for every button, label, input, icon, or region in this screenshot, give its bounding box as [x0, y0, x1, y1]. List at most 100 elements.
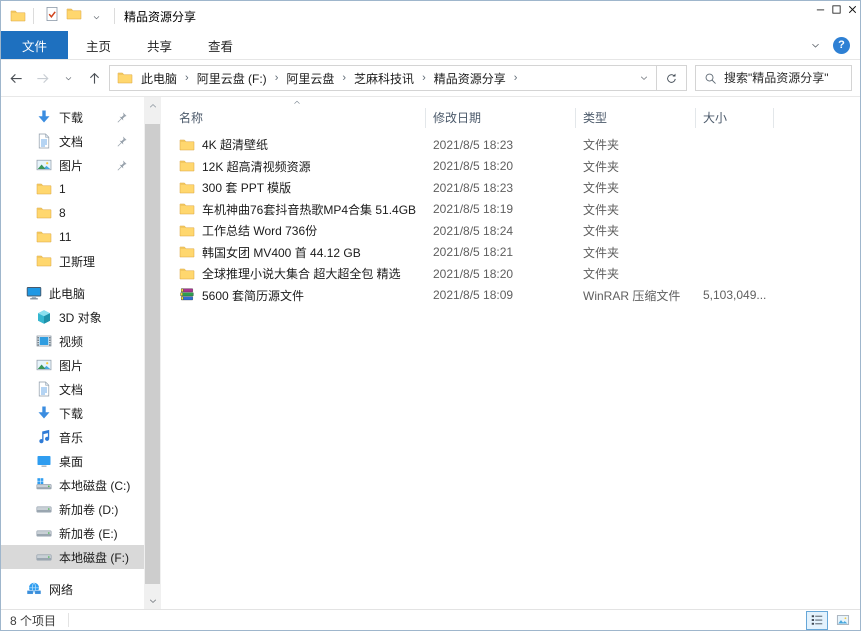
- file-name: 300 套 PPT 模版: [202, 179, 291, 196]
- column-header-name[interactable]: 名称: [176, 108, 426, 128]
- winrar-icon: [179, 287, 195, 303]
- column-headers: 名称 修改日期 类型 大小: [176, 105, 860, 130]
- window-title: 精品资源分享: [124, 8, 196, 25]
- sidebar-item-network[interactable]: 网络: [1, 577, 144, 601]
- breadcrumb-segment[interactable]: 精品资源分享: [429, 70, 511, 87]
- sidebar-item-music[interactable]: 音乐: [1, 425, 144, 449]
- cube-icon: [36, 309, 52, 325]
- table-row[interactable]: 韩国女团 MV400 首 44.12 GB 2021/8/5 18:21 文件夹: [176, 242, 860, 264]
- new-folder-button[interactable]: [66, 6, 82, 22]
- scroll-down-icon[interactable]: [144, 592, 161, 609]
- address-dropdown-icon[interactable]: [632, 66, 656, 90]
- sidebar-item-pictures[interactable]: 图片: [1, 353, 144, 377]
- ribbon-right-controls: ?: [810, 31, 860, 59]
- sidebar-item-qa-documents[interactable]: 文档: [1, 129, 144, 153]
- sidebar-item-qa-downloads[interactable]: 下载: [1, 105, 144, 129]
- column-header-type[interactable]: 类型: [576, 108, 696, 128]
- breadcrumb-segment[interactable]: 此电脑: [136, 70, 182, 87]
- sidebar-item-qa-folder-8[interactable]: 8: [1, 201, 144, 225]
- properties-button[interactable]: [44, 6, 60, 22]
- file-name-cell[interactable]: 4K 超清壁纸: [176, 136, 426, 153]
- forward-button[interactable]: [31, 66, 53, 90]
- breadcrumb-segment[interactable]: 阿里云盘: [281, 70, 339, 87]
- scroll-up-icon[interactable]: [144, 97, 161, 114]
- sidebar-item-drive-d[interactable]: 新加卷 (D:): [1, 497, 144, 521]
- file-date-cell: 2021/8/5 18:19: [426, 202, 576, 216]
- sidebar-item-label: 音乐: [59, 429, 83, 446]
- address-field[interactable]: 此电脑›阿里云盘 (F:)›阿里云盘›芝麻科技讯›精品资源分享›: [109, 65, 687, 91]
- thumbnail-view-button[interactable]: [832, 611, 854, 630]
- file-type-cell: 文件夹: [576, 222, 696, 239]
- breadcrumb-chevron-icon[interactable]: ›: [272, 72, 282, 84]
- drive-icon: [36, 549, 52, 565]
- file-name-cell[interactable]: 300 套 PPT 模版: [176, 179, 426, 196]
- recent-pages-button[interactable]: [57, 66, 79, 90]
- sidebar-item-drive-e[interactable]: 新加卷 (E:): [1, 521, 144, 545]
- customize-toolbar-button[interactable]: [88, 10, 104, 26]
- sidebar-item-downloads[interactable]: 下载: [1, 401, 144, 425]
- table-row[interactable]: 300 套 PPT 模版 2021/8/5 18:23 文件夹: [176, 177, 860, 199]
- expand-ribbon-icon[interactable]: [810, 40, 821, 51]
- sidebar-item-qa-folder-11[interactable]: 11: [1, 225, 144, 249]
- help-icon[interactable]: ?: [833, 37, 850, 54]
- sidebar-item-documents[interactable]: 文档: [1, 377, 144, 401]
- items-count: 8 个项目: [10, 612, 56, 629]
- scrollbar-thumb[interactable]: [145, 124, 160, 584]
- sidebar-scrollbar[interactable]: [144, 97, 161, 609]
- table-row[interactable]: 12K 超高清视频资源 2021/8/5 18:20 文件夹: [176, 156, 860, 178]
- sidebar-item-this-pc[interactable]: 此电脑: [1, 281, 144, 305]
- file-date-cell: 2021/8/5 18:20: [426, 159, 576, 173]
- file-name-cell[interactable]: 全球推理小说大集合 超大超全包 精选: [176, 265, 426, 282]
- sidebar-item-drive-c[interactable]: 本地磁盘 (C:): [1, 473, 144, 497]
- minimize-button[interactable]: [812, 1, 828, 17]
- breadcrumb-chevron-icon[interactable]: ›: [419, 72, 429, 84]
- ribbon-tabs: 文件主页共享查看: [1, 31, 251, 59]
- status-divider: [68, 613, 69, 627]
- toolbar-divider: [114, 8, 115, 24]
- breadcrumb-segment[interactable]: 阿里云盘 (F:): [192, 70, 272, 87]
- close-button[interactable]: [844, 1, 860, 17]
- table-row[interactable]: 全球推理小说大集合 超大超全包 精选 2021/8/5 18:20 文件夹: [176, 263, 860, 285]
- breadcrumb-segment[interactable]: 芝麻科技讯: [349, 70, 419, 87]
- up-button[interactable]: [83, 66, 105, 90]
- sidebar-item-label: 文档: [59, 133, 83, 150]
- column-header-size[interactable]: 大小: [696, 108, 774, 128]
- sidebar-item-qa-pictures[interactable]: 图片: [1, 153, 144, 177]
- search-box[interactable]: [695, 65, 852, 91]
- drive-icon: [36, 525, 52, 541]
- tab-file[interactable]: 文件: [1, 31, 68, 59]
- file-name: 车机神曲76套抖音热歌MP4合集 51.4GB: [202, 201, 416, 218]
- column-header-date[interactable]: 修改日期: [426, 108, 576, 128]
- sidebar-item-qa-folder-wesley[interactable]: 卫斯理: [1, 249, 144, 273]
- folder-icon: [179, 223, 195, 239]
- sidebar-item-desktop[interactable]: 桌面: [1, 449, 144, 473]
- sidebar-item-videos[interactable]: 视频: [1, 329, 144, 353]
- sidebar-item-3d-objects[interactable]: 3D 对象: [1, 305, 144, 329]
- breadcrumb-chevron-icon[interactable]: ›: [511, 72, 521, 84]
- details-view-button[interactable]: [806, 611, 828, 630]
- tab-share[interactable]: 共享: [129, 31, 190, 59]
- file-rows: 4K 超清壁纸 2021/8/5 18:23 文件夹 12K 超高清视频资源 2…: [176, 134, 860, 306]
- table-row[interactable]: 4K 超清壁纸 2021/8/5 18:23 文件夹: [176, 134, 860, 156]
- file-name-cell[interactable]: 5600 套简历源文件: [176, 287, 426, 304]
- tab-view[interactable]: 查看: [190, 31, 251, 59]
- table-row[interactable]: 工作总结 Word 736份 2021/8/5 18:24 文件夹: [176, 220, 860, 242]
- sidebar-item-drive-f[interactable]: 本地磁盘 (F:): [1, 545, 144, 569]
- file-name-cell[interactable]: 工作总结 Word 736份: [176, 222, 426, 239]
- back-button[interactable]: [5, 66, 27, 90]
- file-name-cell[interactable]: 车机神曲76套抖音热歌MP4合集 51.4GB: [176, 201, 426, 218]
- file-name-cell[interactable]: 12K 超高清视频资源: [176, 158, 426, 175]
- tab-home[interactable]: 主页: [68, 31, 129, 59]
- refresh-icon[interactable]: [656, 66, 686, 90]
- breadcrumb-chevron-icon[interactable]: ›: [182, 72, 192, 84]
- file-name-cell[interactable]: 韩国女团 MV400 首 44.12 GB: [176, 244, 426, 261]
- sidebar-item-qa-folder-1[interactable]: 1: [1, 177, 144, 201]
- folder-icon: [179, 180, 195, 196]
- search-input[interactable]: [724, 71, 847, 85]
- file-type-cell: 文件夹: [576, 244, 696, 261]
- maximize-button[interactable]: [828, 1, 844, 17]
- folder-icon: [36, 253, 52, 269]
- breadcrumb-chevron-icon[interactable]: ›: [339, 72, 349, 84]
- table-row[interactable]: 车机神曲76套抖音热歌MP4合集 51.4GB 2021/8/5 18:19 文…: [176, 199, 860, 221]
- table-row[interactable]: 5600 套简历源文件 2021/8/5 18:09 WinRAR 压缩文件 5…: [176, 285, 860, 307]
